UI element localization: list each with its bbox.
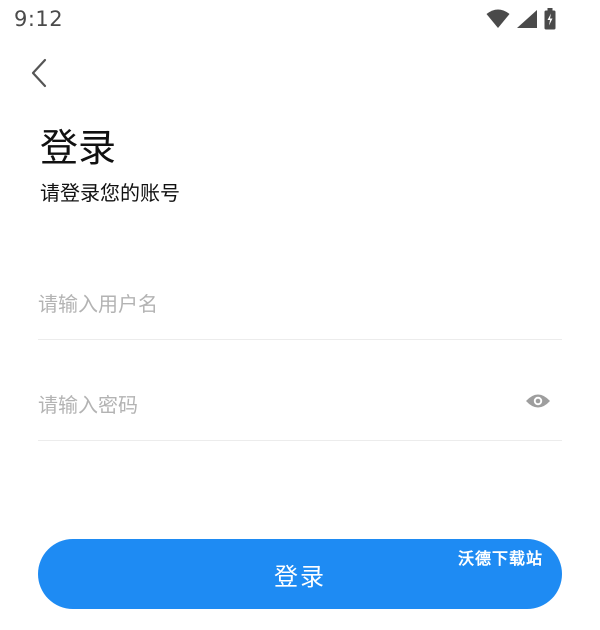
chevron-left-icon	[30, 58, 48, 92]
status-icons	[486, 8, 556, 30]
battery-charging-icon	[544, 8, 556, 30]
password-field-container	[38, 377, 562, 441]
username-field-container	[38, 276, 562, 340]
eye-icon	[525, 392, 551, 414]
page-title: 登录	[40, 126, 117, 170]
watermark: 沃德下载站	[458, 549, 544, 568]
cell-signal-icon	[516, 9, 538, 29]
status-time: 9:12	[14, 7, 64, 31]
page-subtitle: 请登录您的账号	[40, 181, 180, 205]
password-input[interactable]	[38, 385, 508, 425]
username-input[interactable]	[38, 284, 508, 324]
back-button[interactable]	[22, 58, 56, 92]
wifi-icon	[486, 9, 510, 29]
password-visibility-toggle[interactable]	[524, 389, 552, 417]
status-bar: 9:12	[0, 0, 600, 40]
login-button-label: 登录	[274, 562, 326, 591]
